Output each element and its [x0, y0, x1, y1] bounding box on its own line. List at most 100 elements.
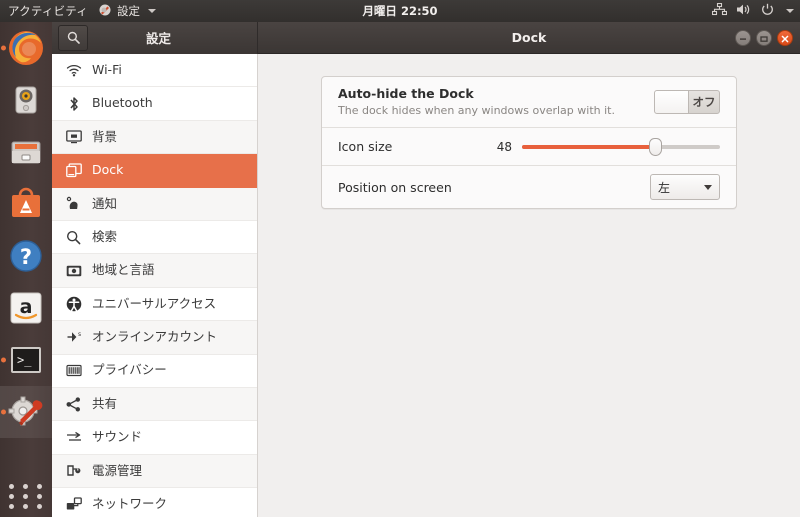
auto-hide-text: Auto-hide the Dock The dock hides when a…	[338, 86, 615, 119]
auto-hide-toggle[interactable]: オフ	[654, 90, 720, 114]
position-value: 左	[658, 180, 671, 195]
volume-icon[interactable]	[736, 3, 752, 19]
chevron-down-icon	[704, 184, 712, 190]
close-icon	[781, 28, 789, 47]
icon-size-value: 48	[496, 139, 512, 154]
sound-icon	[65, 429, 82, 446]
close-button[interactable]	[777, 28, 793, 47]
window-title-bar: 設定 Dock	[52, 21, 800, 54]
files-icon	[6, 132, 46, 172]
terminal-icon: >_	[6, 340, 46, 380]
amazon-icon: a	[6, 288, 46, 328]
icon-size-control: 48	[492, 137, 720, 156]
window-body: Wi-Fi Bluetooth 背景 Dock 通知 検索 地域と言語 ユニバー…	[52, 54, 800, 517]
minimize-icon	[739, 28, 747, 47]
app-grid-icon	[8, 504, 14, 509]
search-icon	[65, 229, 82, 246]
activities-button[interactable]: アクティビティ	[0, 3, 98, 19]
app-grid-icon	[36, 504, 42, 509]
sidebar-item-label: 背景	[92, 128, 118, 144]
unity-launcher: ? a >_	[0, 22, 52, 517]
notifications-icon	[65, 195, 82, 212]
maximize-button[interactable]	[756, 29, 772, 46]
app-grid-icon	[36, 484, 42, 489]
app-grid-icon	[8, 484, 14, 489]
network-icon[interactable]	[711, 2, 728, 19]
sidebar-item-background[interactable]: 背景	[52, 120, 257, 155]
sidebar-item-label: 地域と言語	[92, 262, 155, 278]
desktop-screen: アクティビティ 設定 月曜日 22:50 ? a >_ 設定 Dock Wi-F…	[0, 0, 800, 517]
online-accounts-icon: s	[65, 329, 82, 346]
chevron-down-icon[interactable]	[786, 9, 794, 13]
sidebar-item-label: サウンド	[92, 429, 143, 445]
sidebar-item-privacy[interactable]: プライバシー	[52, 355, 257, 388]
launcher-item-files[interactable]	[0, 126, 52, 178]
launcher-item-amazon[interactable]: a	[0, 282, 52, 334]
app-grid-icon	[22, 484, 28, 489]
universal-access-icon	[65, 295, 82, 312]
privacy-icon	[65, 362, 82, 379]
launcher-item-firefox[interactable]	[0, 22, 52, 74]
sidebar-item-label: プライバシー	[92, 362, 167, 378]
sidebar-item-bluetooth[interactable]: Bluetooth	[52, 87, 257, 121]
settings-sidebar: Wi-Fi Bluetooth 背景 Dock 通知 検索 地域と言語 ユニバー…	[52, 54, 258, 517]
minimize-button[interactable]	[735, 28, 751, 47]
sidebar-item-notifications[interactable]: 通知	[52, 187, 257, 221]
chevron-down-icon	[147, 9, 156, 13]
sidebar-item-dock[interactable]: Dock	[52, 154, 257, 188]
region-language-icon	[65, 262, 82, 279]
sidebar-item-label: Wi-Fi	[92, 61, 122, 77]
launcher-item-settings[interactable]	[0, 386, 52, 438]
power-icon[interactable]	[761, 3, 774, 19]
launcher-item-ubuntu-software[interactable]	[0, 178, 52, 230]
network-icon	[65, 496, 82, 513]
sidebar-item-power[interactable]: 電源管理	[52, 454, 257, 489]
icon-size-label: Icon size	[338, 139, 393, 154]
dock-settings-card: Auto-hide the Dock The dock hides when a…	[321, 76, 737, 209]
power-icon	[65, 462, 82, 479]
sidebar-item-label: オンラインアカウント	[92, 329, 218, 345]
sidebar-item-label: ネットワーク	[92, 496, 168, 512]
settings-window: 設定 Dock Wi-Fi Bluetooth 背景 Dock 通知 検索 地域…	[52, 21, 800, 517]
sidebar-item-label: ユニバーサルアクセス	[92, 295, 217, 311]
position-label: Position on screen	[338, 179, 452, 195]
sharing-icon	[65, 396, 82, 413]
app-grid-icon	[22, 494, 28, 499]
launcher-item-terminal[interactable]: >_	[0, 334, 52, 386]
sidebar-item-region-language[interactable]: 地域と言語	[52, 254, 257, 288]
app-grid-icon	[36, 494, 42, 499]
slider-handle[interactable]	[648, 137, 662, 156]
background-icon	[65, 128, 82, 145]
icon-size-slider[interactable]	[522, 137, 720, 156]
slider-fill	[522, 144, 655, 149]
sidebar-item-network[interactable]: ネットワーク	[52, 488, 257, 517]
toggle-state-label: オフ	[692, 95, 716, 109]
dock-icon	[65, 162, 82, 179]
sidebar-item-search[interactable]: 検索	[52, 221, 257, 255]
search-icon	[67, 31, 80, 44]
bluetooth-icon	[65, 95, 82, 112]
app-menu-button[interactable]: 設定	[98, 3, 156, 20]
rhythmbox-icon	[6, 80, 46, 120]
launcher-item-rhythmbox[interactable]	[0, 74, 52, 126]
ubuntu-software-icon	[6, 184, 46, 224]
sidebar-header: 設定	[52, 21, 258, 54]
auto-hide-title: Auto-hide the Dock	[338, 85, 474, 101]
sidebar-item-sound[interactable]: サウンド	[52, 421, 257, 455]
show-applications-button[interactable]	[0, 484, 52, 509]
sidebar-title: 設定	[145, 31, 171, 46]
sidebar-item-online-accounts[interactable]: s オンラインアカウント	[52, 321, 257, 355]
firefox-icon	[6, 28, 46, 68]
sidebar-item-label: 共有	[92, 395, 118, 411]
position-dropdown[interactable]: 左	[650, 174, 720, 200]
search-button[interactable]	[58, 24, 88, 51]
sidebar-item-universal-access[interactable]: ユニバーサルアクセス	[52, 288, 257, 322]
sidebar-item-wifi[interactable]: Wi-Fi	[52, 54, 257, 88]
help-icon: ?	[6, 236, 46, 276]
launcher-item-help[interactable]: ?	[0, 230, 52, 282]
app-grid-icon	[8, 494, 14, 499]
sidebar-item-sharing[interactable]: 共有	[52, 387, 257, 422]
sidebar-item-label: Bluetooth	[92, 95, 153, 111]
settings-icon	[6, 392, 46, 432]
wifi-icon	[65, 62, 82, 79]
